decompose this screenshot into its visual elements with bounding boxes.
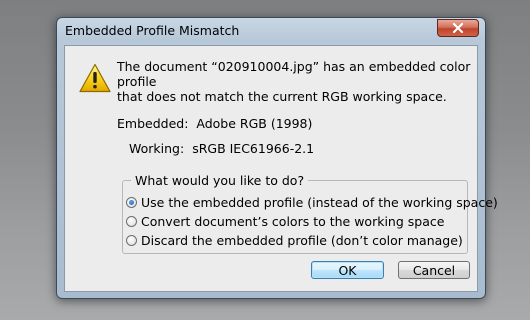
radio-button[interactable]	[126, 215, 137, 227]
options-legend: What would you like to do?	[131, 173, 309, 188]
embedded-value: Adobe RGB (1998)	[196, 116, 313, 131]
close-icon	[452, 23, 464, 33]
message-text: The document “020910004.jpg” has an embe…	[117, 59, 472, 104]
title-bar[interactable]: Embedded Profile Mismatch	[57, 18, 485, 44]
warning-icon	[79, 63, 111, 93]
working-label: Working:	[129, 141, 185, 156]
radio-label: Use the embedded profile (instead of the…	[141, 194, 498, 210]
embedded-profile-row: Embedded: Adobe RGB (1998)	[117, 116, 312, 131]
radio-label: Discard the embedded profile (don’t colo…	[141, 232, 463, 248]
embedded-label: Embedded:	[117, 116, 189, 131]
close-button[interactable]	[437, 19, 479, 37]
radio-button[interactable]	[126, 234, 137, 246]
dialog-content: The document “020910004.jpg” has an embe…	[64, 45, 498, 292]
cancel-button[interactable]: Cancel	[398, 261, 470, 279]
message-line-2: that does not match the current RGB work…	[117, 89, 447, 104]
working-value: sRGB IEC61966-2.1	[192, 141, 315, 156]
working-profile-row: Working: sRGB IEC61966-2.1	[129, 141, 314, 156]
ok-button[interactable]: OK	[311, 261, 384, 279]
message-line-1: The document “020910004.jpg” has an embe…	[117, 59, 471, 89]
radio-use-embedded[interactable]: Use the embedded profile (instead of the…	[126, 194, 498, 210]
dialog-window: Embedded Profile Mismatch The document “…	[56, 17, 498, 299]
radio-dot	[129, 199, 134, 205]
radio-convert[interactable]: Convert document’s colors to the working…	[126, 213, 444, 229]
radio-discard[interactable]: Discard the embedded profile (don’t colo…	[126, 232, 463, 248]
radio-label: Convert document’s colors to the working…	[141, 213, 445, 229]
radio-button-selected[interactable]	[126, 196, 137, 208]
window-title: Embedded Profile Mismatch	[65, 23, 240, 38]
